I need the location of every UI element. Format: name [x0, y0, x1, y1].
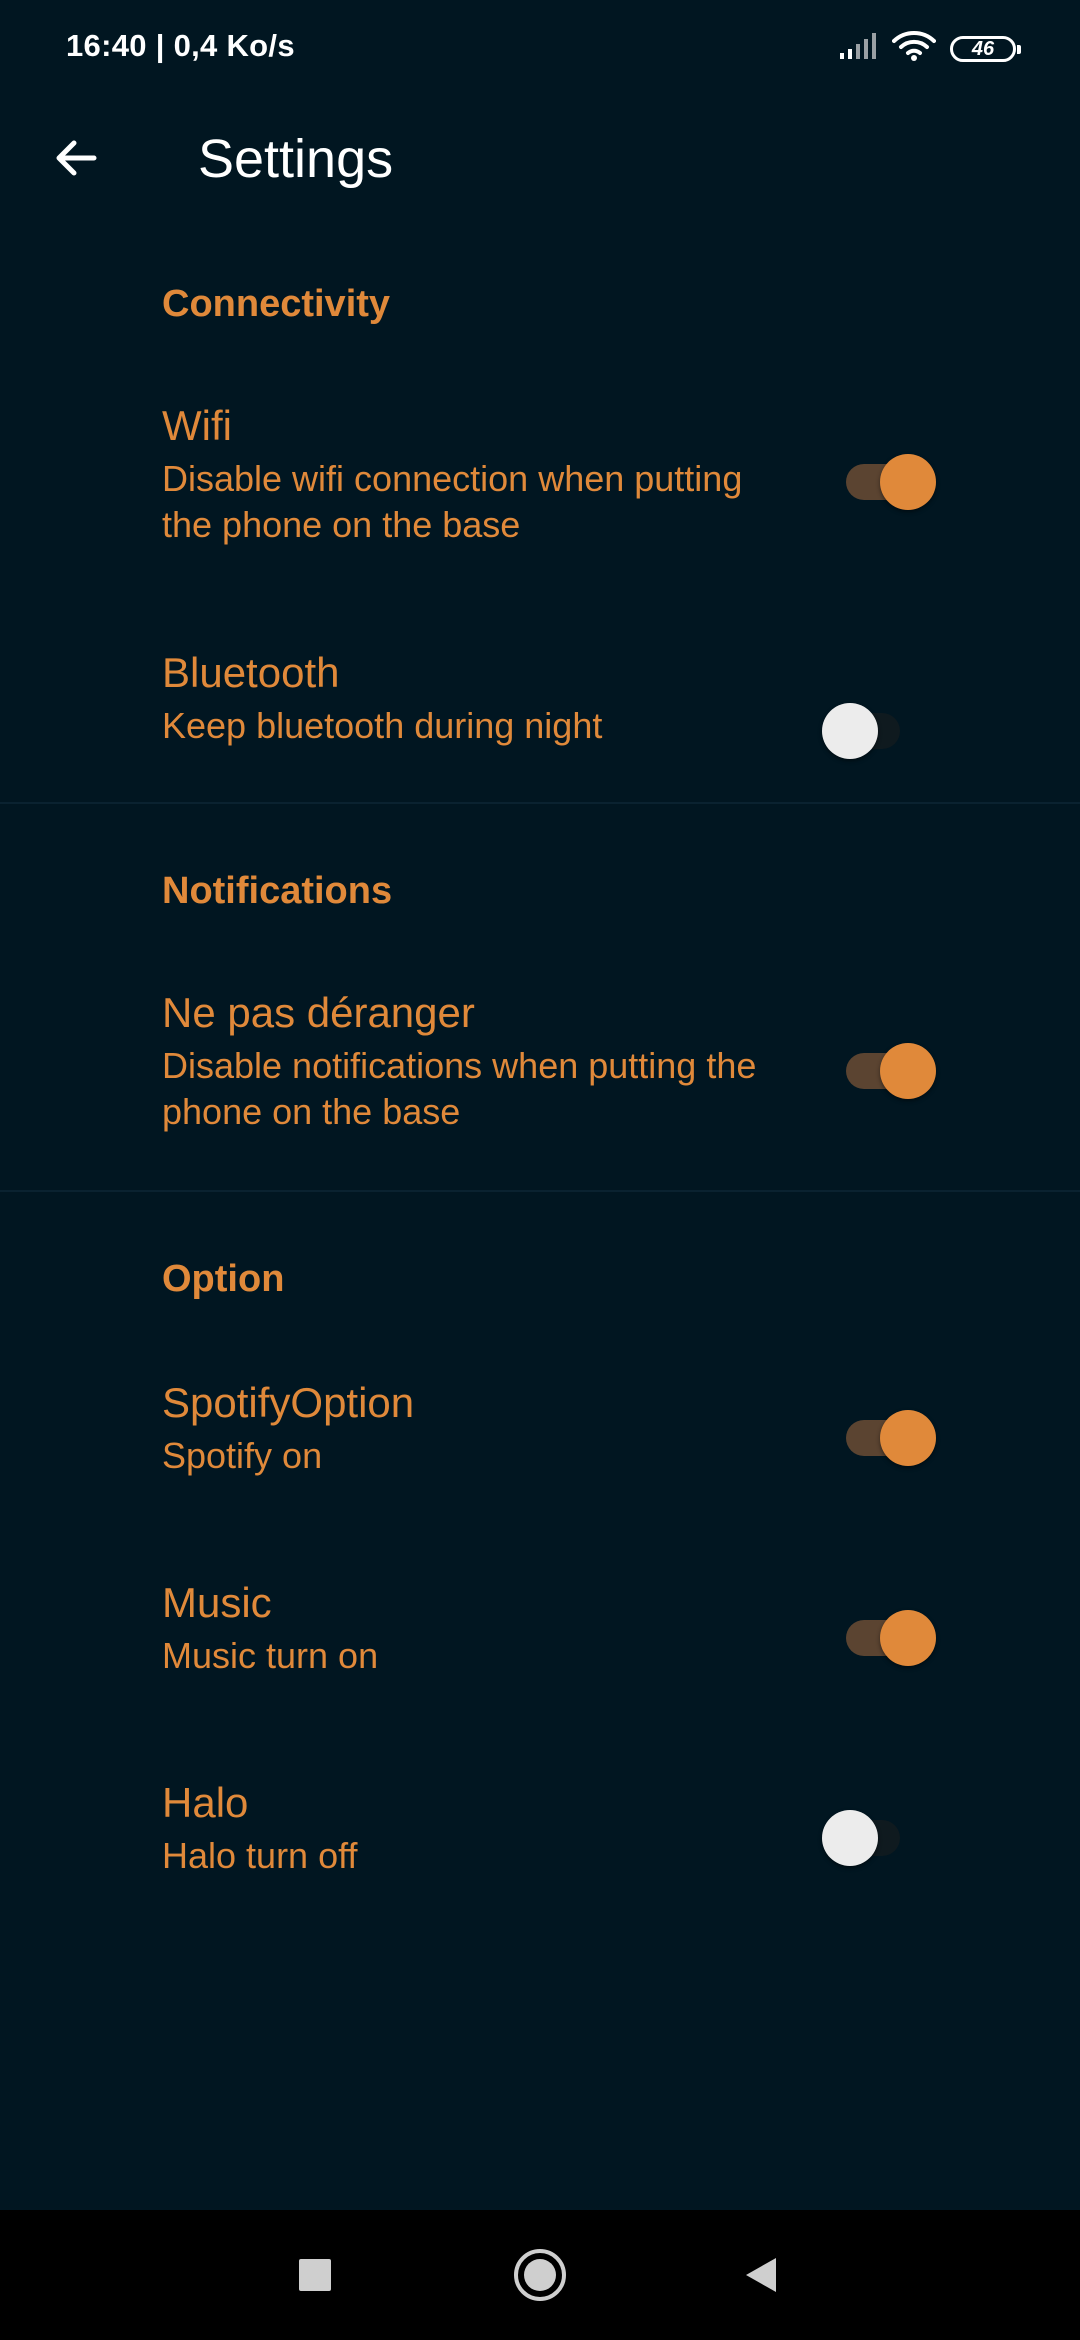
section-divider — [0, 1190, 1080, 1192]
section-header-connectivity: Connectivity — [162, 283, 391, 325]
switch-thumb — [880, 1610, 936, 1666]
back-button[interactable] — [40, 124, 112, 196]
pref-row-halo[interactable]: Halo Halo turn off — [0, 1775, 1080, 1905]
navigation-bar — [0, 2210, 1080, 2340]
wifi-icon — [892, 30, 936, 67]
bluetooth-switch[interactable] — [822, 695, 918, 759]
pref-summary-wifi: Disable wifi connection when putting the… — [162, 458, 743, 545]
pref-title-music: Music — [162, 1579, 272, 1626]
section-header-option: Option — [162, 1258, 285, 1300]
pref-text: Ne pas déranger Disable notifications wh… — [162, 985, 782, 1135]
pref-row-wifi[interactable]: Wifi Disable wifi connection when puttin… — [0, 398, 1080, 578]
music-switch[interactable] — [840, 1602, 936, 1666]
triangle-back-icon — [740, 2255, 780, 2300]
pref-summary-halo: Halo turn off — [162, 1835, 358, 1876]
section-divider — [0, 802, 1080, 804]
status-icons: 46 — [838, 30, 1021, 67]
pref-title-halo: Halo — [162, 1779, 249, 1826]
switch-thumb — [822, 703, 878, 759]
do-not-disturb-switch[interactable] — [840, 1035, 936, 1099]
pref-title-spotify-option: SpotifyOption — [162, 1379, 415, 1426]
switch-thumb — [880, 454, 936, 510]
signal-icon — [838, 31, 878, 66]
status-bar: 16:40 | 0,4 Ko/s 46 — [0, 0, 1080, 100]
status-time: 16:40 | 0,4 Ko/s — [66, 28, 295, 63]
pref-row-bluetooth[interactable]: Bluetooth Keep bluetooth during night — [0, 645, 1080, 775]
pref-text: Wifi Disable wifi connection when puttin… — [162, 398, 782, 548]
pref-title-do-not-disturb: Ne pas déranger — [162, 989, 475, 1036]
wifi-switch[interactable] — [840, 446, 936, 510]
pref-text: SpotifyOption Spotify on — [162, 1375, 782, 1479]
pref-row-do-not-disturb[interactable]: Ne pas déranger Disable notifications wh… — [0, 985, 1080, 1165]
halo-switch[interactable] — [822, 1802, 918, 1866]
pref-row-music[interactable]: Music Music turn on — [0, 1575, 1080, 1705]
switch-thumb — [822, 1810, 878, 1866]
nav-back-button[interactable] — [715, 2232, 805, 2322]
spotify-option-switch[interactable] — [840, 1402, 936, 1466]
pref-summary-bluetooth: Keep bluetooth during night — [162, 705, 603, 746]
pref-text: Music Music turn on — [162, 1575, 782, 1679]
switch-thumb — [880, 1410, 936, 1466]
home-button[interactable] — [495, 2232, 585, 2322]
arrow-left-icon — [52, 134, 100, 187]
pref-summary-spotify-option: Spotify on — [162, 1435, 323, 1476]
pref-text: Halo Halo turn off — [162, 1775, 782, 1879]
pref-title-bluetooth: Bluetooth — [162, 649, 340, 696]
switch-thumb — [880, 1043, 936, 1099]
battery-level: 46 — [971, 37, 995, 60]
battery-icon: 46 — [950, 35, 1021, 62]
app-bar: Settings — [0, 110, 1080, 210]
section-header-notifications: Notifications — [162, 870, 393, 912]
pref-text: Bluetooth Keep bluetooth during night — [162, 645, 782, 749]
page-title: Settings — [198, 129, 394, 189]
pref-summary-music: Music turn on — [162, 1635, 379, 1676]
recents-button[interactable] — [270, 2232, 360, 2322]
pref-title-wifi: Wifi — [162, 402, 232, 449]
circle-icon — [512, 2247, 568, 2308]
pref-row-spotify-option[interactable]: SpotifyOption Spotify on — [0, 1375, 1080, 1505]
square-icon — [298, 2258, 332, 2297]
pref-summary-do-not-disturb: Disable notifications when putting the p… — [162, 1045, 757, 1132]
